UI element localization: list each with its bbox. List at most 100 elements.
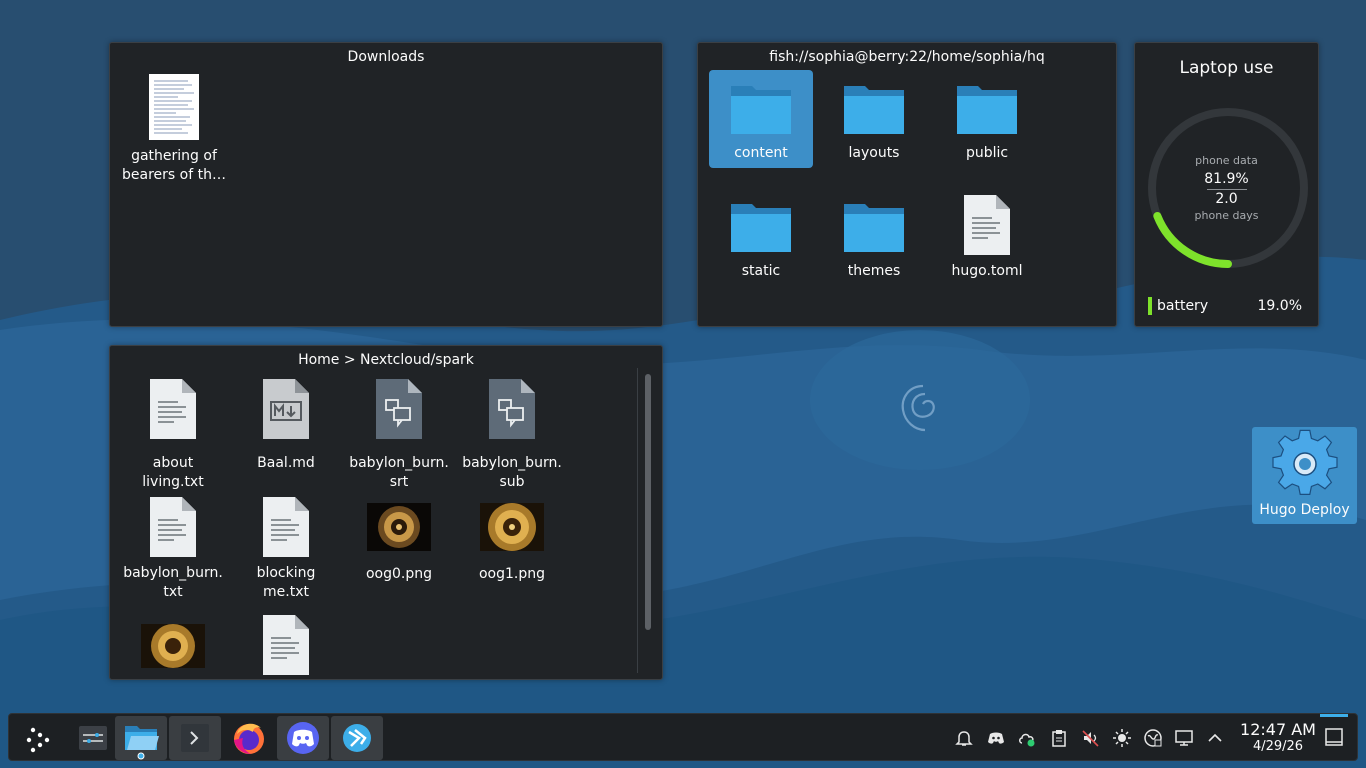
taskbar: 12:47 AM 4/29/26 — [8, 713, 1358, 761]
notifications-icon[interactable] — [954, 728, 974, 748]
file-item[interactable] — [234, 614, 338, 676]
usage-ring-arc — [1153, 211, 1232, 268]
laptop-use-title: Laptop use — [1179, 58, 1274, 78]
battery-indicator-bar — [1148, 297, 1152, 315]
folder-item-layouts[interactable]: layouts — [822, 70, 926, 163]
folder-item-public[interactable]: public — [935, 70, 1039, 163]
discord-icon — [287, 722, 319, 754]
display-icon[interactable] — [1174, 728, 1194, 748]
folder-icon — [957, 86, 1017, 134]
file-item[interactable]: babylon_burn. txt — [121, 496, 225, 602]
subtitle-file-icon — [376, 379, 422, 439]
network-icon[interactable] — [1143, 728, 1163, 748]
file-item-hugo-toml[interactable]: hugo.toml — [935, 188, 1039, 281]
battery-value: 19.0% — [1257, 298, 1302, 314]
pager-icon — [79, 726, 107, 750]
text-file-icon — [964, 195, 1010, 255]
firefox-icon — [234, 723, 264, 754]
debian-logo-icon — [901, 384, 935, 432]
clock-time[interactable]: 12:47 AM — [1233, 720, 1323, 739]
app-launcher-button[interactable] — [13, 716, 65, 760]
folder-icon — [731, 86, 791, 134]
battery-label: battery — [1157, 298, 1209, 314]
file-item[interactable]: babylon_burn. srt — [347, 378, 451, 492]
image-thumbnail-icon — [367, 503, 431, 551]
file-item[interactable]: babylon_burn. sub — [460, 378, 564, 492]
spark-title: Home > Nextcloud/spark — [298, 352, 474, 368]
folder-item-static[interactable]: static — [709, 188, 813, 281]
phone-data-value: 81.9% — [1204, 171, 1249, 187]
hugo-deploy-desktop-icon[interactable]: Hugo Deploy — [1252, 427, 1357, 524]
markdown-file-icon — [263, 379, 309, 439]
scrollbar-track — [637, 368, 638, 673]
file-manager-task[interactable] — [115, 716, 167, 760]
file-item[interactable]: oog0.png — [347, 503, 451, 584]
text-file-icon — [150, 379, 196, 439]
kdeconnect-task[interactable] — [331, 716, 383, 760]
file-manager-icon — [125, 726, 159, 760]
folder-label: static — [741, 263, 781, 279]
laptop-use-widget: Laptop use phone data 81.9% 2.0 phone da… — [1134, 42, 1319, 327]
discord-task[interactable] — [277, 716, 329, 760]
volume-muted-icon[interactable] — [1081, 728, 1101, 748]
show-desktop-indicator — [1320, 714, 1348, 717]
file-item[interactable]: gathering of bearers of th… — [122, 73, 226, 185]
folder-label: themes — [847, 263, 901, 279]
terminal-task[interactable] — [169, 716, 221, 760]
folder-label: layouts — [848, 145, 900, 161]
brightness-icon[interactable] — [1112, 728, 1132, 748]
hugo-deploy-label: Hugo Deploy — [1259, 502, 1350, 518]
folder-icon — [844, 204, 904, 252]
downloads-title: Downloads — [347, 49, 425, 65]
file-label: oog0.png — [365, 566, 433, 582]
file-item[interactable]: oog1.png — [460, 503, 564, 584]
clock-date[interactable]: 4/29/26 — [1233, 739, 1323, 754]
file-label: gathering of bearers of th… — [122, 148, 226, 183]
downloads-folder-view: Downloads gathering of bearers of th… — [109, 42, 663, 327]
scrollbar-thumb[interactable] — [645, 374, 651, 630]
file-label: hugo.toml — [951, 263, 1023, 279]
spark-folder-view: Home > Nextcloud/spark about living.txt … — [109, 345, 663, 680]
cloud-sync-icon[interactable] — [1017, 728, 1037, 748]
folder-item-content[interactable]: content — [709, 70, 813, 168]
folder-label: public — [965, 145, 1009, 161]
hq-folder-view: fish://sophia@berry:22/home/sophia/hq co… — [697, 42, 1117, 327]
folder-icon — [731, 204, 791, 252]
image-thumbnail-icon — [141, 624, 205, 668]
file-item[interactable]: Baal.md — [234, 378, 338, 473]
folder-item-themes[interactable]: themes — [822, 188, 926, 281]
show-desktop-button[interactable] — [1319, 714, 1349, 760]
file-label: blocking me.txt — [256, 565, 316, 600]
hq-title: fish://sophia@berry:22/home/sophia/hq — [769, 49, 1045, 65]
phone-data-label: phone data — [1195, 154, 1258, 167]
file-label: oog1.png — [478, 566, 546, 582]
expand-tray-icon[interactable] — [1205, 728, 1225, 748]
pager-button[interactable] — [67, 716, 119, 760]
file-item[interactable]: blocking me.txt — [234, 496, 338, 602]
text-file-icon — [263, 615, 309, 675]
file-label: babylon_burn. txt — [123, 565, 223, 600]
folder-icon — [844, 86, 904, 134]
file-label: about living.txt — [142, 455, 204, 490]
firefox-task[interactable] — [223, 716, 275, 760]
image-thumbnail-icon — [480, 503, 544, 551]
phone-days-label: phone days — [1194, 209, 1259, 222]
document-thumbnail-icon — [149, 74, 199, 140]
file-label: babylon_burn. sub — [462, 455, 562, 490]
terminal-icon — [181, 724, 209, 752]
phone-days-value: 2.0 — [1215, 191, 1238, 207]
discord-tray-icon[interactable] — [986, 728, 1006, 748]
app-launcher-icon — [26, 727, 50, 753]
file-label: Baal.md — [257, 455, 315, 471]
text-file-icon — [150, 497, 196, 557]
file-item[interactable] — [121, 624, 225, 668]
file-label: babylon_burn. srt — [349, 455, 449, 490]
usage-ring-gauge — [1148, 108, 1308, 268]
clipboard-icon[interactable] — [1049, 728, 1069, 748]
gear-icon — [1271, 429, 1338, 496]
ring-divider — [1207, 189, 1247, 190]
folder-label: content — [734, 145, 788, 161]
show-desktop-icon — [1325, 728, 1343, 746]
file-item[interactable]: about living.txt — [121, 378, 225, 492]
kdeconnect-icon — [343, 724, 371, 752]
